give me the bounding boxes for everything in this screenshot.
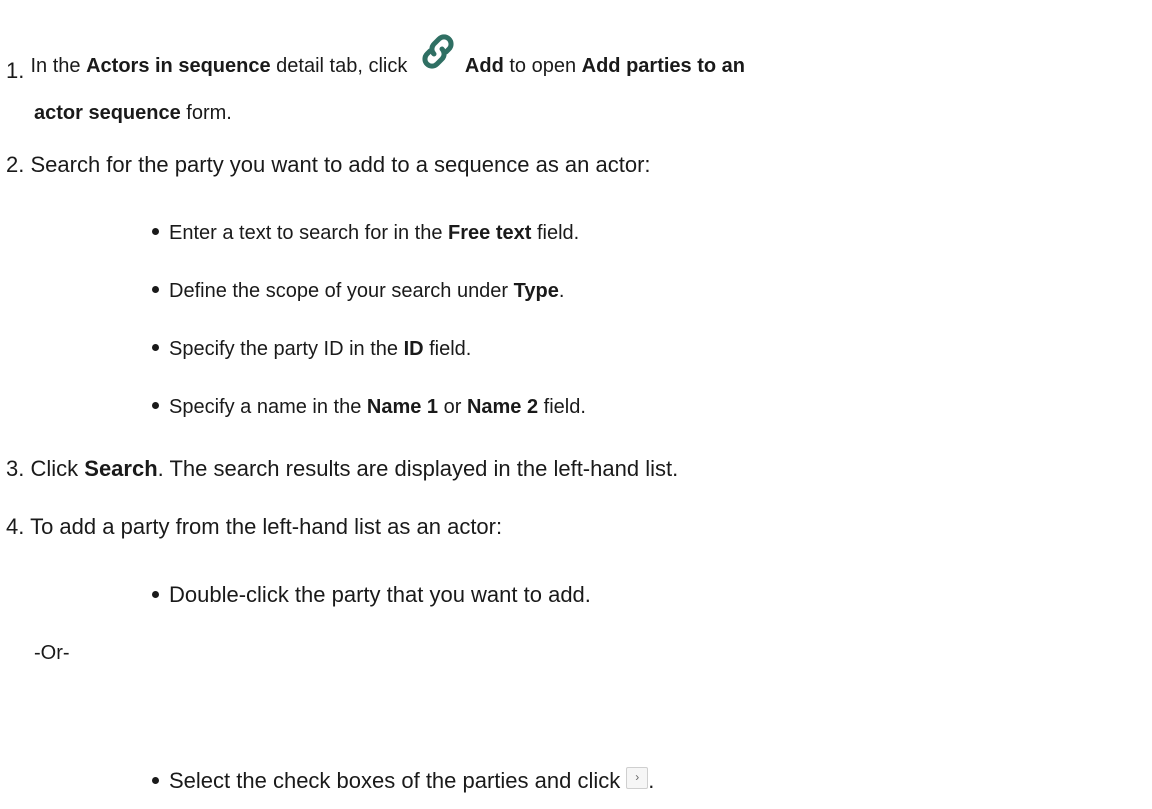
bullet-text: field. bbox=[423, 338, 472, 360]
bullet-dot bbox=[152, 228, 159, 236]
ui-term: ID bbox=[403, 338, 424, 360]
ui-term: Actors in sequence bbox=[86, 54, 271, 77]
add-term: Add bbox=[464, 54, 504, 77]
step-2: 2. Search for the party you want to add … bbox=[6, 150, 651, 180]
step-3: 3. Click Search. The search results are … bbox=[6, 454, 678, 484]
bullet-text: Define the scope of your search under bbox=[169, 280, 514, 302]
bullet-text: Specify the party ID in the bbox=[169, 338, 404, 360]
bullet-text: field. bbox=[538, 396, 586, 418]
bullet-item: Select the check boxes of the parties an… bbox=[152, 766, 654, 796]
bullet-dot bbox=[152, 344, 159, 352]
ui-term: Name 2 bbox=[466, 396, 539, 418]
ui-term: actor sequence bbox=[34, 102, 181, 124]
step-text: form. bbox=[180, 102, 232, 124]
chain-link-icon bbox=[417, 34, 459, 79]
or-separator: -Or- bbox=[34, 638, 70, 668]
bullet-text: Select the check boxes of the parties an… bbox=[169, 768, 621, 793]
step-number: 4. bbox=[6, 514, 25, 539]
bullet-item: Double-click the party that you want to … bbox=[152, 580, 591, 610]
bullet-dot bbox=[152, 590, 159, 598]
step-number: 1. bbox=[6, 57, 25, 83]
bullet-dot bbox=[152, 286, 159, 294]
step-text: In the bbox=[30, 54, 87, 77]
or-text: -Or- bbox=[34, 642, 70, 664]
bullet-text: Enter a text to search for in the bbox=[169, 222, 449, 244]
step-text: To add a party from the left-hand list a… bbox=[30, 514, 503, 539]
bullet-item: Specify the party ID in the ID field. bbox=[152, 334, 471, 364]
bullet-text: Double-click the party that you want to … bbox=[169, 582, 591, 607]
bullet-text: Specify a name in the bbox=[169, 396, 367, 418]
ui-term: Type bbox=[513, 280, 559, 302]
step-text: to open bbox=[503, 54, 582, 77]
ui-term: Name 1 bbox=[366, 396, 439, 418]
step-text: . The search results are displayed in th… bbox=[157, 456, 679, 481]
ui-term: Search bbox=[84, 456, 158, 481]
bullet-item: Define the scope of your search under Ty… bbox=[152, 276, 564, 306]
step-1: 1. In the Actors in sequence detail tab,… bbox=[6, 34, 745, 89]
step-text: Click bbox=[30, 456, 85, 481]
bullet-text: . bbox=[648, 768, 655, 793]
bullet-item: Specify a name in the Name 1 or Name 2 f… bbox=[152, 392, 586, 422]
step-text: Search for the party you want to add to … bbox=[30, 152, 651, 177]
bullet-text: . bbox=[558, 280, 565, 302]
ui-term: Free text bbox=[448, 222, 532, 244]
step-number: 3. bbox=[6, 456, 25, 481]
step-text: detail tab, click bbox=[270, 54, 413, 77]
step-4: 4. To add a party from the left-hand lis… bbox=[6, 512, 502, 542]
bullet-dot bbox=[152, 402, 159, 410]
bullet-item: Enter a text to search for in the Free t… bbox=[152, 218, 579, 248]
bullet-text: or bbox=[438, 396, 467, 418]
chevron-right-icon: › bbox=[626, 767, 649, 790]
step-1-continuation: actor sequence form. bbox=[34, 98, 232, 128]
bullet-text: field. bbox=[531, 222, 580, 244]
ui-term: Add parties to an bbox=[581, 54, 745, 77]
step-number: 2. bbox=[6, 152, 25, 177]
bullet-dot bbox=[152, 776, 159, 784]
